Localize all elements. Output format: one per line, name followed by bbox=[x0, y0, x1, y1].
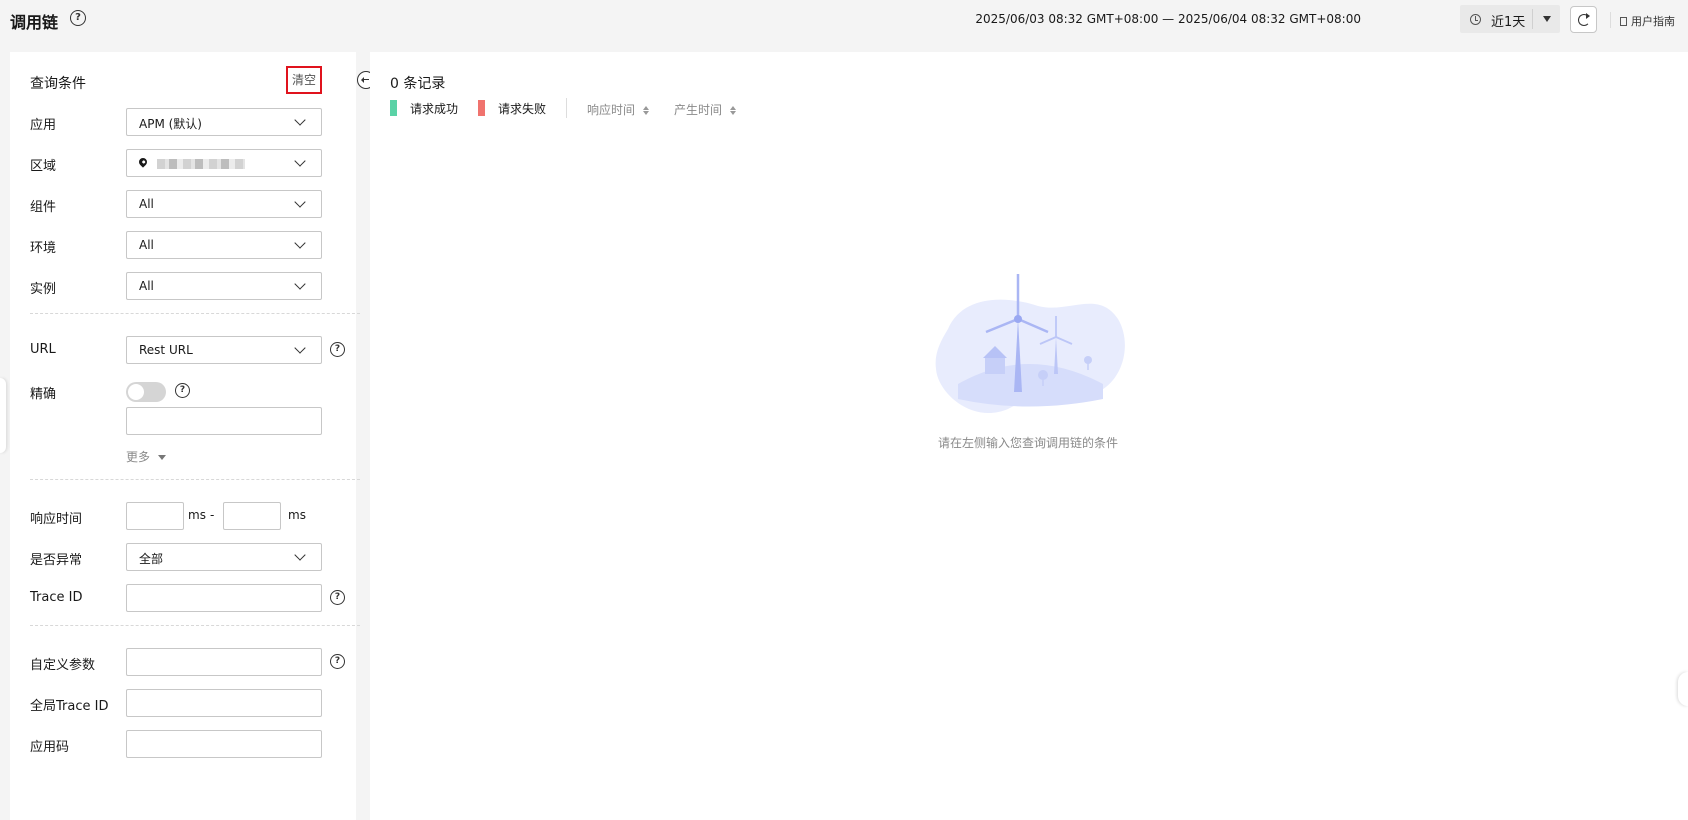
empty-state-illustration bbox=[935, 274, 1125, 414]
more-label: 更多 bbox=[126, 450, 151, 464]
sort-icon bbox=[643, 106, 650, 115]
response-time-max-input[interactable] bbox=[223, 502, 281, 530]
divider bbox=[566, 98, 567, 118]
location-pin-icon bbox=[137, 156, 149, 168]
is-error-select-value: 全部 bbox=[139, 552, 164, 566]
question-circle-icon[interactable]: ? bbox=[330, 654, 345, 669]
sort-icon bbox=[730, 106, 737, 115]
app-label: 应用 bbox=[30, 118, 57, 133]
empty-state-text: 请在左侧输入您查询调用链的条件 bbox=[937, 436, 1118, 450]
url-label: URL bbox=[30, 342, 56, 357]
failure-legend-swatch bbox=[478, 100, 485, 116]
app-select[interactable]: APM (默认) bbox=[126, 108, 322, 136]
component-select-value: All bbox=[139, 197, 154, 211]
success-legend-label: 请求成功 bbox=[410, 102, 459, 116]
ms-unit-label: ms bbox=[188, 508, 206, 522]
app-code-label: 应用码 bbox=[30, 740, 70, 755]
divider bbox=[1610, 12, 1611, 28]
environment-select-value: All bbox=[139, 238, 154, 252]
question-circle-icon[interactable]: ? bbox=[175, 383, 190, 398]
is-error-select[interactable]: 全部 bbox=[126, 543, 322, 571]
caret-down-icon bbox=[158, 455, 167, 460]
failure-legend-label: 请求失败 bbox=[498, 102, 547, 116]
side-drawer-handle[interactable] bbox=[0, 378, 6, 453]
chevron-down-icon bbox=[294, 196, 306, 208]
time-period-label: 近1天 bbox=[1491, 15, 1526, 30]
trace-id-input[interactable] bbox=[126, 584, 322, 612]
chevron-down-icon bbox=[294, 342, 306, 354]
time-period-select[interactable]: 近1天 bbox=[1460, 5, 1560, 33]
sort-response-time[interactable]: 响应时间 bbox=[587, 101, 650, 118]
url-select-value: Rest URL bbox=[139, 343, 193, 357]
section-divider bbox=[30, 479, 360, 480]
user-guide-link[interactable]: 用户指南 bbox=[1620, 13, 1675, 29]
question-circle-icon[interactable]: ? bbox=[330, 342, 345, 357]
instance-select-value: All bbox=[139, 279, 154, 293]
ms-unit-label: ms bbox=[288, 508, 306, 522]
document-icon bbox=[1620, 17, 1627, 26]
instance-select[interactable]: All bbox=[126, 272, 322, 300]
range-separator: - bbox=[210, 508, 215, 522]
user-guide-label: 用户指南 bbox=[1631, 15, 1675, 28]
global-trace-id-label: 全局Trace ID bbox=[30, 699, 109, 714]
question-circle-icon[interactable]: ? bbox=[70, 10, 86, 26]
record-count: 0 条记录 bbox=[390, 76, 446, 92]
success-legend-swatch bbox=[390, 100, 397, 116]
app-select-value: APM (默认) bbox=[139, 117, 202, 131]
sort-created-time[interactable]: 产生时间 bbox=[674, 101, 737, 118]
app-code-input[interactable] bbox=[126, 730, 322, 758]
custom-params-input[interactable] bbox=[126, 648, 322, 676]
toggle-knob bbox=[128, 384, 144, 400]
chevron-down-icon bbox=[294, 237, 306, 249]
more-toggle[interactable]: 更多 bbox=[126, 448, 167, 465]
environment-label: 环境 bbox=[30, 241, 57, 256]
clear-button[interactable]: 清空 bbox=[286, 66, 322, 94]
environment-select[interactable]: All bbox=[126, 231, 322, 259]
trace-id-label: Trace ID bbox=[30, 590, 83, 605]
instance-label: 实例 bbox=[30, 282, 57, 297]
global-trace-id-input[interactable] bbox=[126, 689, 322, 717]
refresh-button[interactable] bbox=[1570, 6, 1597, 33]
is-error-label: 是否异常 bbox=[30, 553, 83, 568]
time-range-text: 2025/06/03 08:32 GMT+08:00 — 2025/06/04 … bbox=[975, 12, 1361, 26]
custom-params-label: 自定义参数 bbox=[30, 658, 96, 673]
exact-toggle[interactable] bbox=[126, 382, 166, 402]
query-panel: 查询条件 清空 应用 APM (默认) 区域 组件 All 环境 All 实例 … bbox=[10, 52, 360, 820]
page-header: 调用链 ? 2025/06/03 08:32 GMT+08:00 — 2025/… bbox=[0, 0, 1688, 40]
sort-label: 产生时间 bbox=[674, 103, 723, 117]
question-circle-icon[interactable]: ? bbox=[330, 590, 345, 605]
region-select[interactable] bbox=[126, 149, 322, 177]
url-input[interactable] bbox=[126, 407, 322, 435]
url-select[interactable]: Rest URL bbox=[126, 336, 322, 364]
chevron-down-icon bbox=[294, 114, 306, 126]
component-select[interactable]: All bbox=[126, 190, 322, 218]
response-time-label: 响应时间 bbox=[30, 512, 83, 527]
query-panel-title: 查询条件 bbox=[30, 76, 86, 92]
page-title: 调用链 bbox=[10, 13, 59, 32]
region-label: 区域 bbox=[30, 159, 57, 174]
floating-side-handle[interactable] bbox=[1678, 672, 1688, 706]
section-divider bbox=[30, 313, 360, 314]
divider bbox=[1532, 9, 1533, 29]
results-panel: 0 条记录 请求成功 请求失败 响应时间 产生时间 请在左侧输入您查询调用链的条… bbox=[370, 52, 1688, 820]
response-time-min-input[interactable] bbox=[126, 502, 184, 530]
clock-icon bbox=[1470, 14, 1481, 25]
refresh-arrow-tip bbox=[1586, 13, 1590, 19]
redacted-region-value bbox=[157, 159, 245, 169]
caret-down-icon[interactable] bbox=[1543, 16, 1551, 22]
chevron-down-icon bbox=[294, 155, 306, 167]
sort-label: 响应时间 bbox=[587, 103, 636, 117]
chevron-down-icon bbox=[294, 549, 306, 561]
section-divider bbox=[30, 625, 360, 626]
chevron-down-icon bbox=[294, 278, 306, 290]
component-label: 组件 bbox=[30, 200, 57, 215]
exact-label: 精确 bbox=[30, 387, 57, 402]
